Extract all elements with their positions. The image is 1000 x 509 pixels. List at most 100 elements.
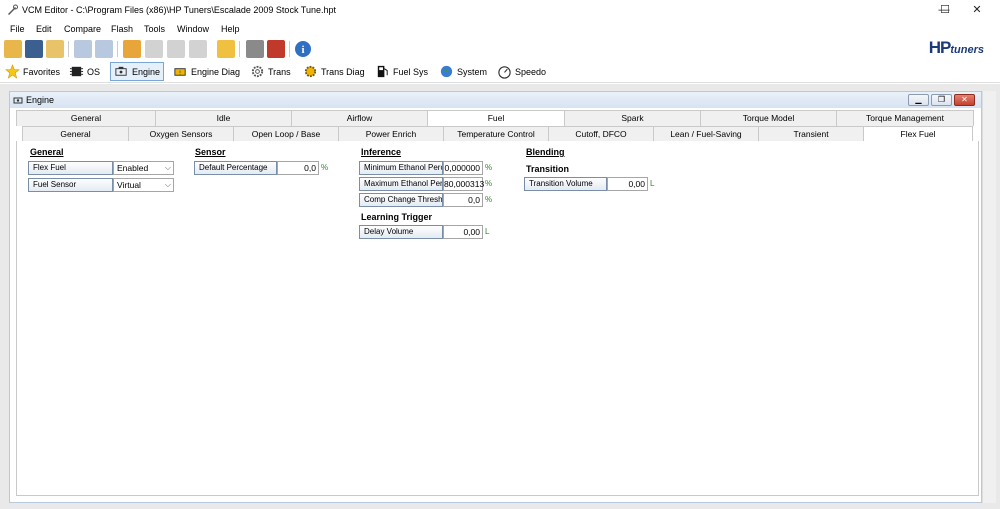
- subtab-lean-fuel-saving[interactable]: Lean / Fuel-Saving: [653, 126, 759, 142]
- fuel-subtabs: General Oxygen Sensors Open Loop / Base …: [22, 126, 973, 143]
- globe-icon: [440, 65, 453, 78]
- chevron-down-icon: ⌵: [164, 180, 171, 189]
- close-button[interactable]: ✕: [961, 0, 993, 21]
- delay-volume-label[interactable]: Delay Volume: [359, 225, 443, 239]
- menu-edit[interactable]: Edit: [36, 24, 52, 34]
- tab-torque-management[interactable]: Torque Management: [836, 110, 974, 126]
- menu-tools[interactable]: Tools: [144, 24, 165, 34]
- refresh-icon[interactable]: [217, 40, 235, 58]
- tab-idle[interactable]: Idle: [155, 110, 292, 126]
- grid-icon[interactable]: [167, 40, 185, 58]
- tab-fuel[interactable]: Fuel: [427, 110, 565, 127]
- window-title: VCM Editor - C:\Program Files (x86)\HP T…: [22, 5, 336, 15]
- read-icon[interactable]: [74, 40, 92, 58]
- nav-trans[interactable]: Trans: [247, 62, 294, 81]
- menu-flash[interactable]: Flash: [111, 24, 133, 34]
- navigation-toolbar: Favorites OS Engine ! Engine Diag Trans …: [0, 60, 1000, 83]
- fuel-sensor-select[interactable]: Virtual ⌵: [113, 178, 174, 192]
- nav-speedo[interactable]: Speedo: [494, 62, 549, 81]
- tab-torque-model[interactable]: Torque Model: [700, 110, 837, 126]
- save-icon[interactable]: [25, 40, 43, 58]
- chip-icon[interactable]: [246, 40, 264, 58]
- subtab-power-enrich[interactable]: Power Enrich: [338, 126, 444, 142]
- title-bar: VCM Editor - C:\Program Files (x86)\HP T…: [0, 0, 1000, 21]
- default-percentage-unit: %: [321, 163, 329, 172]
- child-minimize-button[interactable]: ▁: [908, 94, 929, 106]
- comp-change-thresh-label[interactable]: Comp Change Thresh: [359, 193, 443, 207]
- menu-compare[interactable]: Compare: [64, 24, 101, 34]
- hp-tuners-logo: HPtuners: [928, 38, 984, 57]
- star-icon: [5, 64, 20, 79]
- menu-bar: File Edit Compare Flash Tools Window Hel…: [0, 21, 1000, 38]
- export-icon[interactable]: [46, 40, 64, 58]
- gear-icon: [251, 65, 264, 78]
- comp-change-thresh-unit: %: [485, 195, 493, 204]
- nav-trans-diag[interactable]: Trans Diag: [300, 62, 368, 81]
- subtab-open-loop-base[interactable]: Open Loop / Base: [233, 126, 339, 142]
- menu-file[interactable]: File: [10, 24, 25, 34]
- load-icon[interactable]: [123, 40, 141, 58]
- app-icon: [8, 4, 18, 15]
- nav-engine-diag[interactable]: ! Engine Diag: [170, 62, 243, 81]
- min-ethanol-value[interactable]: 0,000000: [443, 161, 483, 175]
- child-restore-button[interactable]: ❐: [931, 94, 952, 106]
- subtab-temperature-control[interactable]: Temperature Control: [443, 126, 549, 142]
- flash-icon[interactable]: [267, 40, 285, 58]
- menu-window[interactable]: Window: [177, 24, 209, 34]
- max-ethanol-label[interactable]: Maximum Ethanol Perce: [359, 177, 443, 191]
- subtab-cutoff-dfco[interactable]: Cutoff, DFCO: [548, 126, 654, 142]
- nav-favorites[interactable]: Favorites: [2, 62, 63, 81]
- transition-volume-label[interactable]: Transition Volume: [524, 177, 607, 191]
- tab-spark[interactable]: Spark: [564, 110, 701, 126]
- min-ethanol-unit: %: [485, 163, 493, 172]
- max-ethanol-unit: %: [485, 179, 493, 188]
- transition-volume-unit: L: [650, 179, 655, 188]
- menu-help[interactable]: Help: [221, 24, 240, 34]
- maximize-button[interactable]: ☐: [929, 0, 961, 21]
- nav-engine[interactable]: Engine: [110, 62, 165, 81]
- speedometer-icon: [498, 66, 511, 79]
- transition-subheading: Transition: [526, 164, 570, 174]
- open-folder-icon[interactable]: [4, 40, 22, 58]
- main-toolbar: i: [0, 38, 1000, 60]
- delay-volume-value[interactable]: 0,00: [443, 225, 483, 239]
- engine-window: Engine ▁ ❐ ✕ General Idle Airflow Fuel S…: [9, 91, 982, 503]
- learning-trigger-heading: Learning Trigger: [361, 212, 433, 222]
- comp-change-thresh-value[interactable]: 0,0: [443, 193, 483, 207]
- nav-fuel-sys[interactable]: Fuel Sys: [372, 62, 431, 81]
- chevron-down-icon: ⌵: [164, 163, 171, 172]
- flex-fuel-select[interactable]: Enabled ⌵: [113, 161, 174, 175]
- subtab-general[interactable]: General: [22, 126, 129, 142]
- svg-text:i: i: [301, 44, 304, 56]
- engine-diag-icon: !: [174, 68, 186, 76]
- table-icon[interactable]: [145, 40, 163, 58]
- general-heading: General: [30, 147, 64, 157]
- child-close-button[interactable]: ✕: [954, 94, 975, 106]
- subtab-transient[interactable]: Transient: [758, 126, 864, 142]
- nav-system[interactable]: System: [436, 62, 490, 81]
- subtab-oxygen-sensors[interactable]: Oxygen Sensors: [128, 126, 234, 142]
- info-icon[interactable]: i: [294, 40, 312, 58]
- default-percentage-value[interactable]: 0,0: [277, 161, 319, 175]
- flex-fuel-panel: [16, 141, 979, 496]
- fuel-sensor-label[interactable]: Fuel Sensor: [28, 178, 113, 192]
- inference-heading: Inference: [361, 147, 402, 157]
- chart-icon[interactable]: [189, 40, 207, 58]
- engine-window-titlebar: Engine ▁ ❐ ✕: [10, 92, 981, 108]
- flex-fuel-label[interactable]: Flex Fuel: [28, 161, 113, 175]
- nav-os[interactable]: OS: [66, 62, 103, 81]
- compare-icon[interactable]: [95, 40, 113, 58]
- engine-tabs: General Idle Airflow Fuel Spark Torque M…: [16, 110, 974, 127]
- tab-airflow[interactable]: Airflow: [291, 110, 428, 126]
- chip-icon: [69, 66, 84, 77]
- max-ethanol-value[interactable]: 80,000313: [443, 177, 484, 191]
- mdi-workspace: Engine ▁ ❐ ✕ General Idle Airflow Fuel S…: [0, 84, 1000, 509]
- blending-heading: Blending: [526, 147, 565, 157]
- tab-general[interactable]: General: [16, 110, 156, 126]
- min-ethanol-label[interactable]: Minimum Ethanol Percer: [359, 161, 443, 175]
- engine-icon: [13, 97, 23, 104]
- default-percentage-label[interactable]: Default Percentage: [194, 161, 277, 175]
- engine-icon: [115, 66, 127, 76]
- transition-volume-value[interactable]: 0,00: [607, 177, 648, 191]
- vertical-scrollbar[interactable]: [982, 91, 996, 503]
